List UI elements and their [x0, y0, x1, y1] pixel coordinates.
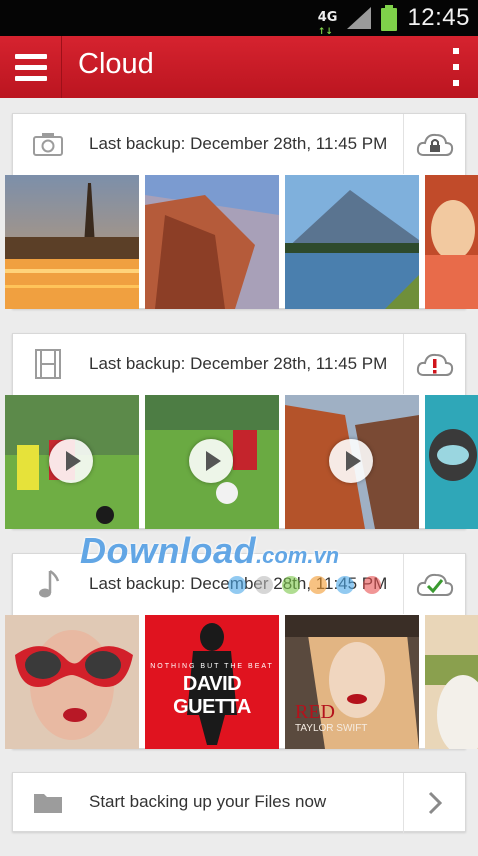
- cloud-lock-icon[interactable]: [403, 114, 465, 174]
- chevron-right-icon[interactable]: [403, 773, 465, 833]
- page-title: Cloud: [78, 48, 154, 80]
- photo-thumbnail[interactable]: [425, 175, 478, 309]
- photos-card-header: Last backup: December 28th, 11:45 PM: [13, 114, 465, 174]
- menu-icon[interactable]: [0, 36, 62, 98]
- photo-thumbnail[interactable]: [285, 175, 419, 309]
- album-artist: TAYLOR SWIFT: [295, 723, 368, 734]
- videos-card-header: Last backup: December 28th, 11:45 PM: [13, 334, 465, 394]
- music-note-icon: [27, 563, 69, 605]
- video-thumbnail[interactable]: [425, 395, 478, 529]
- network-indicator: 4G ↑↓: [317, 10, 338, 38]
- album-artist: DAVID GUETTA: [173, 673, 251, 718]
- camera-icon: [27, 123, 69, 165]
- folder-icon: [27, 781, 69, 823]
- videos-backup-label: Last backup: December 28th, 11:45 PM: [89, 354, 388, 373]
- status-bar: 4G ↑↓ 12:45: [0, 0, 478, 38]
- network-type: 4G: [317, 10, 338, 25]
- cloud-warning-icon[interactable]: [403, 334, 465, 394]
- app-bar: Cloud: [0, 36, 478, 98]
- video-thumbnail[interactable]: [5, 395, 139, 529]
- play-icon[interactable]: [189, 439, 233, 483]
- album-cover[interactable]: [425, 615, 478, 749]
- play-icon[interactable]: [49, 439, 93, 483]
- film-icon: [27, 343, 69, 385]
- overflow-menu-icon[interactable]: [446, 48, 466, 86]
- photos-backup-label: Last backup: December 28th, 11:45 PM: [89, 134, 388, 153]
- video-thumbnail[interactable]: [285, 395, 419, 529]
- album-cover[interactable]: NOTHING BUT THE BEAT DAVID GUETTA: [145, 615, 279, 749]
- signal-icon: [347, 7, 372, 29]
- files-card[interactable]: Start backing up your Files now: [12, 772, 466, 833]
- videos-strip: [5, 395, 478, 529]
- album-subtitle: NOTHING BUT THE BEAT: [150, 663, 274, 670]
- album-cover[interactable]: RED TAYLOR SWIFT: [285, 615, 419, 749]
- files-backup-label: Start backing up your Files now: [89, 792, 327, 811]
- photos-strip: [5, 175, 478, 309]
- music-strip: NOTHING BUT THE BEAT DAVID GUETTA RED TA…: [5, 615, 478, 749]
- photo-thumbnail[interactable]: [5, 175, 139, 309]
- album-title: RED: [295, 701, 335, 723]
- clock: 12:45: [407, 4, 470, 31]
- album-cover[interactable]: [5, 615, 139, 749]
- photo-thumbnail[interactable]: [145, 175, 279, 309]
- battery-icon: [381, 5, 398, 31]
- play-icon[interactable]: [329, 439, 373, 483]
- cloud-check-icon[interactable]: [403, 554, 465, 614]
- video-thumbnail[interactable]: [145, 395, 279, 529]
- watermark-dots: [228, 576, 381, 594]
